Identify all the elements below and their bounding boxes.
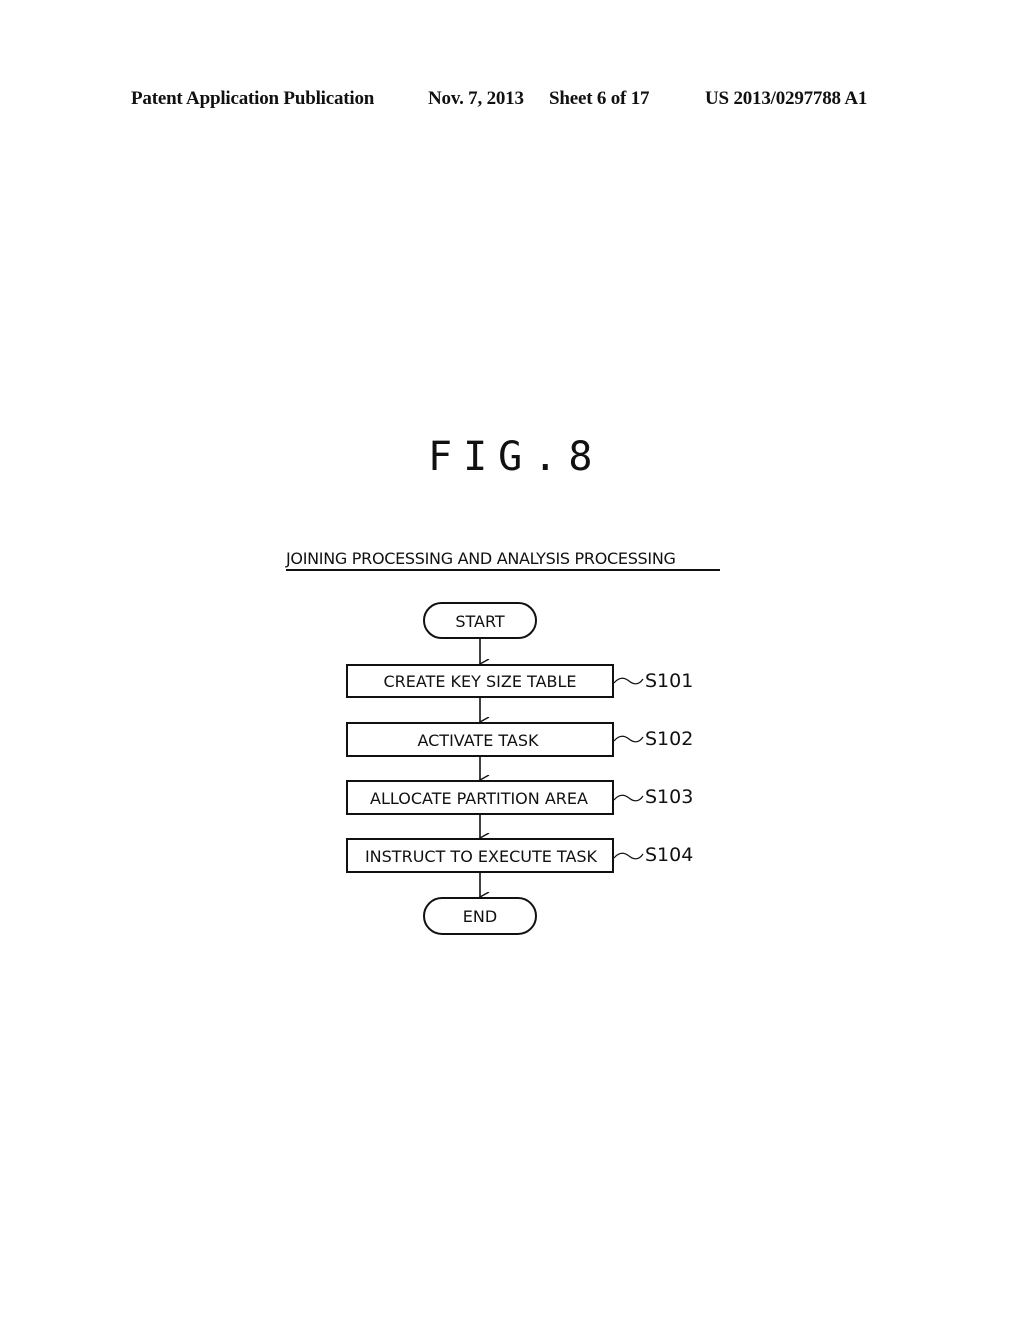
step-id-label: S103: [645, 786, 693, 808]
end-label: END: [463, 907, 497, 926]
process-step-s101: CREATE KEY SIZE TABLE S101: [346, 664, 693, 698]
leader-line: [613, 735, 644, 743]
end-terminal: END: [423, 897, 537, 935]
process-step-s103: ALLOCATE PARTITION AREA S103: [346, 780, 693, 815]
process-step-s104: INSTRUCT TO EXECUTE TASK S104: [346, 838, 693, 873]
step-id-label: S102: [645, 728, 693, 750]
start-label: START: [455, 612, 505, 631]
step-id-label: S101: [645, 670, 693, 692]
step-text: CREATE KEY SIZE TABLE: [383, 672, 576, 691]
leader-line: [613, 852, 644, 860]
start-terminal: START: [423, 602, 537, 639]
flowchart: START CREATE KEY SIZE TABLE S101 ACTIVAT…: [346, 602, 693, 935]
leader-line: [613, 794, 644, 802]
process-step-s102: ACTIVATE TASK S102: [346, 722, 693, 757]
step-text: ACTIVATE TASK: [417, 731, 539, 750]
step-text: ALLOCATE PARTITION AREA: [370, 789, 588, 808]
step-id-label: S104: [645, 844, 693, 866]
leader-line: [613, 677, 644, 685]
step-text: INSTRUCT TO EXECUTE TASK: [365, 847, 598, 866]
